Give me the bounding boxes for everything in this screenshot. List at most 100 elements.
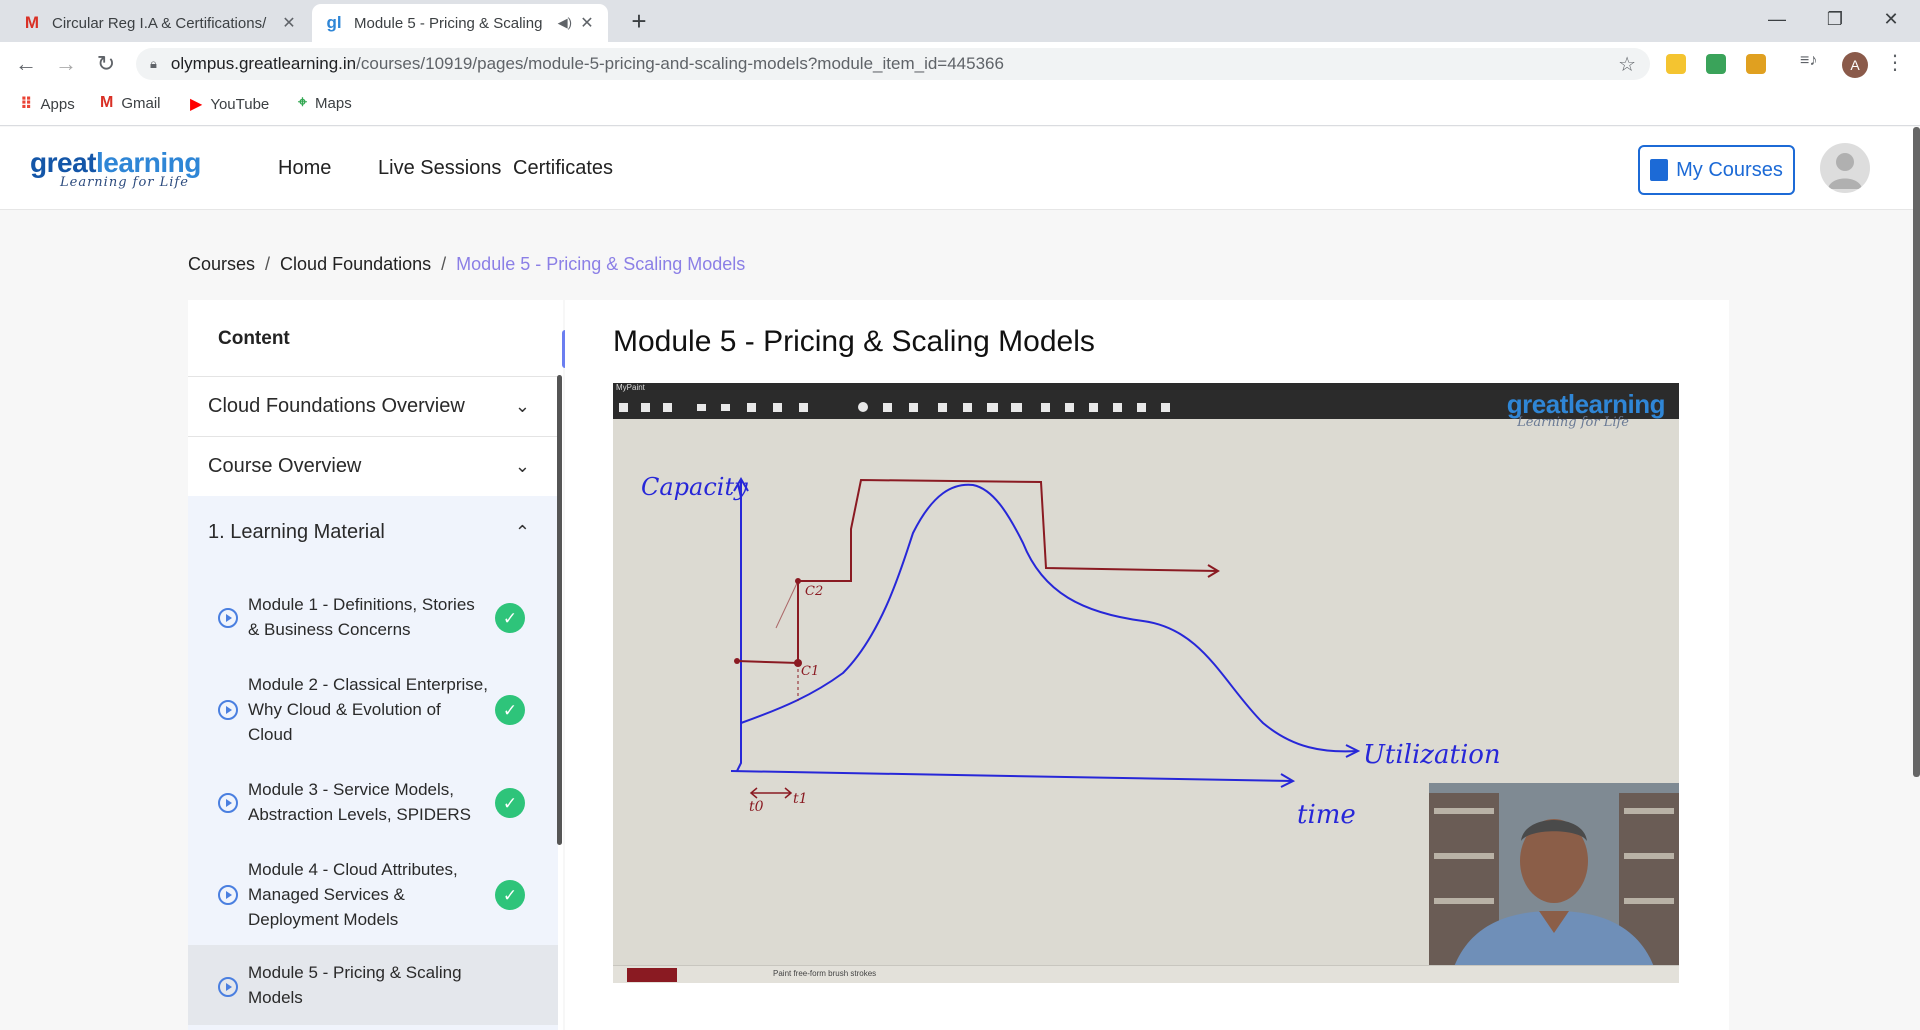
bookmark-star-icon[interactable]: ☆ <box>1618 52 1636 77</box>
module-label: Module 3 - Service Models, Abstraction L… <box>248 780 471 824</box>
address-bar[interactable]: 🔒︎ olympus.greatlearning.in/courses/1091… <box>136 48 1650 80</box>
bookmarks-bar: ⠿ Apps M Gmail ▶ YouTube ⌖ Maps <box>0 86 1920 126</box>
c1-label: C1 <box>801 664 819 679</box>
tab-module-5[interactable]: gl Module 5 - Pricing & Scaling ◀) ✕ <box>312 4 608 42</box>
maps-pin-icon: ⌖ <box>298 94 308 111</box>
t0-label: t0 <box>749 799 764 815</box>
chevron-up-icon: ⌃ <box>514 521 530 542</box>
video-player[interactable]: MyPaint greatlearning Learning for Life <box>613 383 1679 983</box>
breadcrumb-separator: / <box>441 254 447 274</box>
bookmark-label: Maps <box>315 94 352 112</box>
brush-color-swatch <box>627 968 677 982</box>
breadcrumb-cloud-foundations[interactable]: Cloud Foundations <box>280 254 431 275</box>
c2-label: C2 <box>805 584 823 599</box>
page-scrollbar[interactable] <box>1913 127 1920 777</box>
my-courses-button[interactable]: My Courses <box>1638 145 1795 195</box>
forward-button[interactable]: → <box>52 50 80 78</box>
time-label: time <box>1297 800 1356 830</box>
window-close-button[interactable]: ✕ <box>1862 0 1920 38</box>
module-label: Module 5 - Pricing & Scaling Models <box>248 963 462 1007</box>
capacity-label: Capacity <box>641 473 748 501</box>
bookmark-label: YouTube <box>210 95 270 113</box>
profile-avatar[interactable]: A <box>1842 52 1868 78</box>
section-label: Course Overview <box>208 455 362 477</box>
site-header: greatlearning Learning for Life Home Liv… <box>0 127 1920 210</box>
play-circle-icon <box>218 608 238 628</box>
module-label: Module 4 - Cloud Attributes, Managed Ser… <box>248 860 458 929</box>
section-cloud-foundations-overview[interactable]: Cloud Foundations Overview ⌄ <box>188 376 558 436</box>
breadcrumb-current: Module 5 - Pricing & Scaling Models <box>456 254 746 274</box>
speaker-icon[interactable]: ◀) <box>558 15 572 31</box>
bookmark-maps[interactable]: ⌖ Maps <box>298 94 352 112</box>
tab-title: Module 5 - Pricing & Scaling <box>354 14 543 32</box>
gmail-icon: M <box>100 94 114 111</box>
check-circle-icon: ✓ <box>495 880 525 910</box>
bookmark-gmail[interactable]: M Gmail <box>100 94 161 112</box>
list-item-module-4[interactable]: Module 4 - Cloud Attributes, Managed Ser… <box>188 855 558 950</box>
user-silhouette-icon <box>1828 153 1862 189</box>
bookmark-youtube[interactable]: ▶ YouTube <box>190 94 269 114</box>
extension-sheets-icon[interactable] <box>1706 54 1726 74</box>
close-icon[interactable]: ✕ <box>578 13 596 33</box>
sidebar-heading: Content <box>218 328 290 349</box>
extension-photo-icon[interactable] <box>1746 54 1766 74</box>
breadcrumb: Courses / Cloud Foundations / Module 5 -… <box>188 254 745 275</box>
greatlearning-icon: gl <box>326 13 342 32</box>
section-label: Cloud Foundations Overview <box>208 395 465 417</box>
list-item-module-3[interactable]: Module 3 - Service Models, Abstraction L… <box>188 775 558 845</box>
tab-circular-reg[interactable]: M Circular Reg I.A & Certifications/ ✕ <box>10 4 310 42</box>
check-circle-icon: ✓ <box>495 603 525 633</box>
close-icon[interactable]: ✕ <box>280 13 298 33</box>
bookmark-apps[interactable]: ⠿ Apps <box>20 94 75 114</box>
restore-button[interactable]: ❐ <box>1806 0 1864 38</box>
mypaint-statusbar: Paint free-form brush strokes <box>613 965 1679 983</box>
main-content: Module 5 - Pricing & Scaling Models MyPa… <box>565 300 1729 1030</box>
play-circle-icon <box>218 977 238 997</box>
list-item-module-5[interactable]: Module 5 - Pricing & Scaling Models <box>188 945 558 1025</box>
mypaint-status-text: Paint free-form brush strokes <box>773 969 877 978</box>
nav-certificates[interactable]: Certificates <box>513 157 613 180</box>
logo-brand-b: learning <box>95 147 201 178</box>
my-courses-label: My Courses <box>1676 158 1783 181</box>
back-button[interactable]: ← <box>12 50 40 78</box>
nav-live-sessions[interactable]: Live Sessions <box>378 157 501 180</box>
nav-home[interactable]: Home <box>278 157 331 180</box>
play-circle-icon <box>218 793 238 813</box>
lock-icon: 🔒︎ <box>150 56 157 71</box>
minimize-button[interactable]: — <box>1748 0 1806 38</box>
play-circle-icon <box>218 700 238 720</box>
gmail-icon: M <box>24 13 40 32</box>
t1-label: t1 <box>793 791 808 807</box>
browser-menu-icon[interactable]: ⋮ <box>1885 50 1905 75</box>
check-circle-icon: ✓ <box>495 695 525 725</box>
content-sidebar: Content Cloud Foundations Overview ⌄ Cou… <box>188 300 563 1030</box>
new-tab-button[interactable]: + <box>624 6 654 37</box>
apps-grid-icon: ⠿ <box>20 96 33 113</box>
module-label: Module 2 - Classical Enterprise, Why Clo… <box>248 675 488 744</box>
list-item-module-2[interactable]: Module 2 - Classical Enterprise, Why Clo… <box>188 670 558 765</box>
url-path: /courses/10919/pages/module-5-pricing-an… <box>356 54 1004 73</box>
reload-button[interactable]: ↻ <box>92 50 120 78</box>
breadcrumb-separator: / <box>265 254 271 274</box>
list-item-module-1[interactable]: Module 1 - Definitions, Stories & Busine… <box>188 590 558 660</box>
logo-brand-a: great <box>30 147 96 178</box>
book-icon <box>1650 159 1669 181</box>
section-learning-material[interactable]: 1. Learning Material ⌃ <box>188 496 558 568</box>
browser-tab-strip: M Circular Reg I.A & Certifications/ ✕ g… <box>0 0 1920 42</box>
check-circle-icon: ✓ <box>495 788 525 818</box>
sidebar-scrollbar[interactable] <box>557 375 562 845</box>
instructor-figure <box>1429 783 1679 983</box>
user-avatar[interactable] <box>1820 143 1870 193</box>
module-label: Module 1 - Definitions, Stories & Busine… <box>248 595 475 639</box>
tab-title: Circular Reg I.A & Certifications/ <box>52 14 267 32</box>
play-circle-icon <box>218 885 238 905</box>
page-title: Module 5 - Pricing & Scaling Models <box>613 325 1095 358</box>
media-control-icon[interactable]: ≡♪ <box>1800 52 1820 72</box>
section-label: 1. Learning Material <box>208 520 385 543</box>
chevron-down-icon: ⌄ <box>514 396 530 416</box>
extension-notes-icon[interactable] <box>1666 54 1686 74</box>
greatlearning-logo[interactable]: greatlearning Learning for Life <box>30 147 201 190</box>
bookmark-label: Gmail <box>121 94 161 112</box>
section-course-overview[interactable]: Course Overview ⌄ <box>188 436 558 496</box>
breadcrumb-courses[interactable]: Courses <box>188 254 255 275</box>
